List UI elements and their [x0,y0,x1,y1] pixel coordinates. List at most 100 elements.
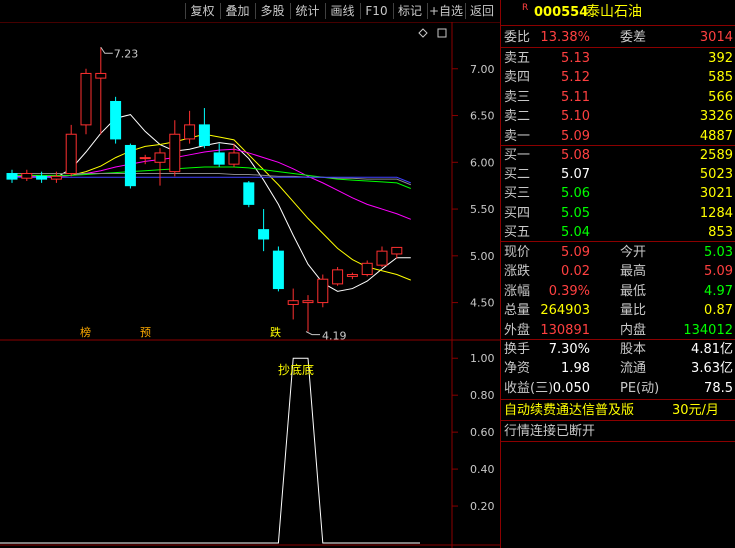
chart-toolbar: 复权 叠加 多股 统计 画线 F10 标记 +自选 返回 [0,0,500,22]
candle-body [50,175,62,180]
y-tick-label: 0.60 [470,426,495,439]
stock-name[interactable]: 泰山石油 [586,3,642,22]
bid-label: 买五 [504,224,531,240]
signal-marker: 预 [140,326,151,339]
quote-row: 总量 264903 量比 0.87 [500,301,735,320]
ask-price: 5.13 [561,51,590,66]
candle-body [124,144,136,187]
quote-row-field: 最低 [620,283,647,299]
signal-marker: 榜 [80,325,91,339]
ask-volume: 392 [708,51,733,66]
bid-volume: 3021 [699,186,733,202]
ask-label: 卖三 [504,89,531,105]
signal-marker: 跌 [270,325,281,339]
candle-body [258,229,270,240]
quote-row-field: 涨幅 [504,283,531,299]
low-label: 4.19 [322,330,347,343]
candle-body [376,250,388,266]
candle-body [169,133,181,173]
ask-row[interactable]: 卖一 5.09 4887 [500,127,735,146]
square-icon [437,28,447,38]
toolbar-separator [427,3,428,19]
fundamental-row-field: 7.30% [548,342,590,357]
high-marker [100,46,113,54]
fundamental-row-field: 3.63亿 [691,361,733,377]
y-tick-label: 5.50 [470,203,495,216]
candlestick-series [6,47,403,332]
quote-row-field: 涨跌 [504,264,531,280]
quote-row-field: 130891 [540,322,590,338]
toolbar-button-8[interactable]: 返回 [466,0,498,22]
candle-body [80,72,92,126]
y-tick-label: 6.00 [470,156,495,169]
candle-body [198,124,210,146]
rights-badge: R [522,3,529,13]
candle-body [213,152,225,165]
quote-row-field: 0.39% [548,283,590,299]
bid-label: 买二 [504,167,531,183]
bid-volume: 2589 [699,148,733,163]
fundamental-row-field: 流通 [620,361,647,377]
toolbar-button-3[interactable]: 统计 [291,0,324,22]
bid-price: 5.06 [561,186,590,202]
divider [500,441,735,442]
ask-volume: 585 [708,70,733,86]
fundamental-row-field: PE(动) [620,380,660,396]
signal-line [0,357,420,544]
divider [500,420,735,421]
toolbar-button-1[interactable]: 叠加 [221,0,254,22]
ask-row[interactable]: 卖五 5.13 392 [500,49,735,68]
ask-row[interactable]: 卖三 5.11 566 [500,88,735,107]
candle-body [317,278,329,304]
ask-row[interactable]: 卖四 5.12 585 [500,68,735,87]
indicator-panel [0,357,420,544]
divider [500,241,735,242]
quote-row-field: 4.97 [704,283,733,299]
y-tick-label: 6.50 [470,110,495,123]
bid-row[interactable]: 买一 5.08 2589 [500,146,735,165]
toolbar-button-0[interactable]: 复权 [186,0,219,22]
commission-ratio-label: 委比 [504,30,531,45]
toolbar-button-5[interactable]: F10 [361,0,392,22]
commission-row: 委比 13.38% 委差 3014 [500,28,735,47]
y-tick-label: 5.00 [470,250,495,263]
toolbar-button-6[interactable]: 标记 [394,0,426,22]
toolbar-separator [465,3,466,19]
toolbar-button-4[interactable]: 画线 [326,0,359,22]
toolbar-separator [290,3,291,19]
bid-row[interactable]: 买五 5.04 853 [500,223,735,242]
low-marker [305,331,320,336]
bid-row[interactable]: 买三 5.06 3021 [500,184,735,203]
toolbar-separator [185,3,186,19]
bid-volume: 1284 [699,205,733,221]
kline-chart[interactable]: 7.00 6.50 6.00 5.50 5.00 4.50 1.00 0.80 0.60 0.40… [0,0,500,548]
bid-price: 5.04 [561,224,590,240]
bid-label: 买一 [504,148,531,163]
ask-label: 卖四 [504,70,531,86]
ask-row[interactable]: 卖二 5.10 3326 [500,107,735,126]
y-tick-label: 4.50 [470,297,495,310]
bid-row[interactable]: 买二 5.07 5023 [500,165,735,184]
commission-diff-label: 委差 [620,30,647,45]
fundamental-row-field: 换手 [504,342,531,357]
quote-row-field: 5.03 [704,245,733,260]
stock-code[interactable]: 000554 [534,3,588,22]
candle-body [65,133,77,175]
promo-price[interactable]: 30元/月 [672,401,719,420]
quote-row-field: 今开 [620,245,647,260]
promo-text[interactable]: 自动续费通达信普及版 [504,401,634,420]
candle-body [332,269,344,285]
quote-row-field: 量比 [620,303,647,319]
quote-row-field: 5.09 [561,245,590,260]
toolbar-button-7[interactable]: +自选 [428,0,464,22]
toolbar-button-2[interactable]: 多股 [256,0,289,22]
bid-row[interactable]: 买四 5.05 1284 [500,204,735,223]
chart-grid: 7.00 6.50 6.00 5.50 5.00 4.50 1.00 0.80 0.60 0.40… [0,21,500,548]
promo-row[interactable]: 自动续费通达信普及版 30元/月 [500,401,735,420]
stock-header: R 000554 泰山石油 [500,3,735,22]
ask-price: 5.09 [561,128,590,144]
quote-row-field: 现价 [504,245,531,260]
bid-price: 5.08 [561,148,590,163]
ask-volume: 4887 [699,128,733,144]
fundamental-row-field: 收益(三) [504,380,554,396]
